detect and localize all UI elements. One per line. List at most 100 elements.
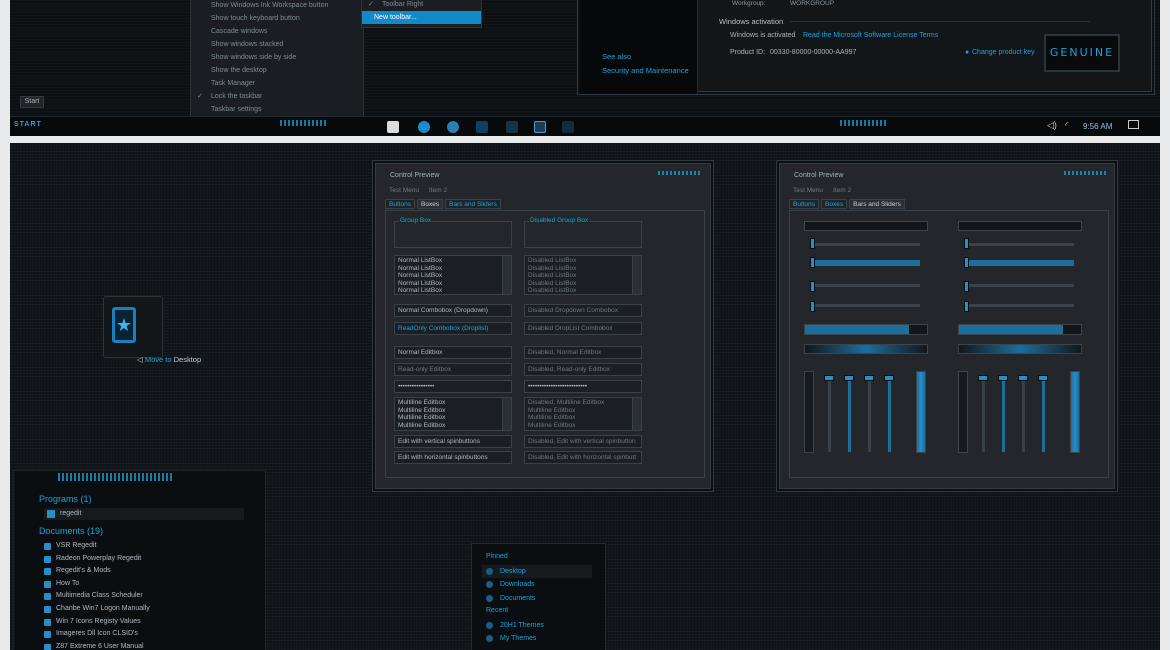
vertical-slider-track[interactable] xyxy=(1002,376,1005,452)
vertical-slider-track[interactable] xyxy=(888,376,891,452)
readonly-editbox[interactable]: Read-only Editbox xyxy=(394,363,512,376)
submenu-item-toolbar-right[interactable]: ✓ Toolbar Right xyxy=(362,0,481,11)
lightning-icon[interactable] xyxy=(476,121,488,133)
vertical-spin-edit[interactable]: Edit with vertical spinbuttons xyxy=(394,435,512,448)
recent-item[interactable]: 20H1 Themes xyxy=(482,619,592,632)
slider-thumb[interactable] xyxy=(810,281,815,292)
pinned-item[interactable]: Downloads xyxy=(482,578,592,591)
context-menu-item[interactable]: Cascade windows xyxy=(191,25,363,38)
document-icon xyxy=(44,618,51,626)
tab-boxes[interactable]: Boxes xyxy=(821,199,848,209)
terminal-icon[interactable] xyxy=(534,121,546,133)
vertical-slider-thumb[interactable] xyxy=(824,375,834,381)
tab-buttons[interactable]: Buttons xyxy=(385,199,416,209)
document-item[interactable]: Radeon Powerplay Regedit xyxy=(36,553,256,566)
document-item[interactable]: VSR Regedit xyxy=(36,540,256,553)
slider-thumb[interactable] xyxy=(964,238,969,249)
slider-thumb[interactable] xyxy=(964,281,969,292)
document-item[interactable]: Win 7 Icons Registy Values xyxy=(36,616,256,629)
explorer-icon[interactable] xyxy=(506,121,518,133)
monitor-icon[interactable] xyxy=(562,121,574,133)
context-menu-item[interactable]: Show windows stacked xyxy=(191,38,363,51)
license-terms-link[interactable]: Read the Microsoft Software License Term… xyxy=(803,32,938,39)
marquee-bar-disabled xyxy=(958,344,1082,354)
slider-4[interactable] xyxy=(810,304,920,307)
document-item[interactable]: Imageres Dll Icon CLSID's xyxy=(36,628,256,641)
document-item[interactable]: Z87 Extreme 6 User Manual xyxy=(36,641,256,650)
vertical-slider-track[interactable] xyxy=(1022,376,1025,452)
vertical-slider-thumb[interactable] xyxy=(978,375,988,381)
context-menu-item[interactable]: Show touch keyboard button xyxy=(191,12,363,25)
security-maintenance-link[interactable]: Security and Maintenance xyxy=(602,66,689,75)
slider-thumb[interactable] xyxy=(810,301,815,312)
pinned-item[interactable]: Desktop xyxy=(482,565,592,579)
workgroup-value: WORKGROUP xyxy=(790,0,835,7)
globe-icon[interactable] xyxy=(447,121,459,133)
vertical-slider-track[interactable] xyxy=(828,376,831,452)
vertical-slider-thumb[interactable] xyxy=(844,375,854,381)
slider-thumb[interactable] xyxy=(964,301,969,312)
normal-combobox[interactable]: Normal Combobox (Dropdown) xyxy=(394,304,512,317)
wifi-icon[interactable]: ◜ xyxy=(1065,120,1069,131)
tab-bars-sliders[interactable]: Bars and Sliders xyxy=(445,199,501,209)
slider-thumb[interactable] xyxy=(964,257,969,268)
multiline-scrollbar[interactable] xyxy=(502,398,511,430)
context-menu-item[interactable]: Show the desktop xyxy=(191,64,363,77)
notifications-icon[interactable] xyxy=(1128,120,1139,129)
context-menu-item[interactable]: Taskbar settings xyxy=(191,103,363,116)
slider-thumb[interactable] xyxy=(810,238,815,249)
clock[interactable]: 9:56 AM xyxy=(1083,122,1112,131)
context-menu-item[interactable]: Show Windows Ink Workspace button xyxy=(191,0,363,12)
readonly-combobox[interactable]: ReadOnly Combobox (Droplist) xyxy=(394,322,512,335)
vertical-slider-track[interactable] xyxy=(848,376,851,452)
recent-item[interactable]: My Themes xyxy=(482,632,592,645)
document-item[interactable]: How To xyxy=(36,578,256,591)
pinned-item[interactable]: Documents xyxy=(482,592,592,605)
tab-bars-sliders[interactable]: Bars and Sliders xyxy=(849,199,905,209)
normal-editbox[interactable]: Normal Editbox xyxy=(394,346,512,359)
vertical-slider-thumb[interactable] xyxy=(864,375,874,381)
multiline-editbox[interactable]: Multiline Editbox Multiline Editbox Multil… xyxy=(394,397,512,431)
start-button[interactable]: START xyxy=(14,121,42,128)
listbox-scrollbar xyxy=(632,256,641,294)
change-product-key-link[interactable]: Change product key xyxy=(972,49,1035,56)
arrow-icon: ◁ xyxy=(137,355,145,364)
vertical-slider-thumb[interactable] xyxy=(998,375,1008,381)
tab-buttons[interactable]: Buttons xyxy=(789,199,820,209)
vertical-slider-thumb[interactable] xyxy=(884,375,894,381)
submenu-item-new-toolbar[interactable]: New toolbar... xyxy=(362,11,481,24)
horizontal-spin-edit[interactable]: Edit with horizontal spinbuttons xyxy=(394,451,512,464)
vertical-slider-track[interactable] xyxy=(982,376,985,452)
document-item[interactable]: Multimedia Class Scheduler xyxy=(36,590,256,603)
slider-2[interactable] xyxy=(810,260,920,266)
slider-3[interactable] xyxy=(810,284,920,287)
menu-item-2[interactable]: Item 2 xyxy=(833,187,851,194)
vertical-scrollbar[interactable] xyxy=(804,371,814,453)
document-item[interactable]: Chanbe Win7 Logon Manually xyxy=(36,603,256,616)
tab-boxes[interactable]: Boxes xyxy=(417,199,444,209)
listbox-scrollbar[interactable] xyxy=(502,256,511,294)
slider-1[interactable] xyxy=(810,243,920,246)
vertical-slider-track[interactable] xyxy=(868,376,871,452)
password-field[interactable]: •••••••••••••••• xyxy=(394,380,512,393)
vertical-slider-thumb[interactable] xyxy=(1038,375,1048,381)
menu-test[interactable]: Test Menu xyxy=(793,187,823,194)
normal-listbox[interactable]: Normal ListBox Normal ListBox Normal ListB… xyxy=(394,255,512,295)
context-menu-item[interactable]: Task Manager xyxy=(191,77,363,90)
vertical-slider-track[interactable] xyxy=(1042,376,1045,452)
program-item-regedit[interactable]: regedit xyxy=(44,508,244,520)
context-menu-item[interactable]: Show windows side by side xyxy=(191,51,363,64)
context-menu-item[interactable]: ✓ Lock the taskbar xyxy=(191,90,363,103)
menu-item-2[interactable]: Item 2 xyxy=(429,187,447,194)
check-icon: ✓ xyxy=(197,93,203,100)
list-item: Normal ListBox xyxy=(398,257,443,264)
document-item[interactable]: Regedit's & Mods xyxy=(36,565,256,578)
slider-thumb[interactable] xyxy=(810,257,815,268)
volume-icon[interactable]: ◁) xyxy=(1047,120,1057,131)
media-player-icon[interactable] xyxy=(418,121,430,133)
desktop-icon[interactable]: ★ xyxy=(103,296,163,358)
menu-test[interactable]: Test Menu xyxy=(389,187,419,194)
vertical-slider-thumb[interactable] xyxy=(1018,375,1028,381)
scrollbar-horizontal[interactable] xyxy=(804,221,928,231)
store-icon[interactable] xyxy=(387,121,399,133)
